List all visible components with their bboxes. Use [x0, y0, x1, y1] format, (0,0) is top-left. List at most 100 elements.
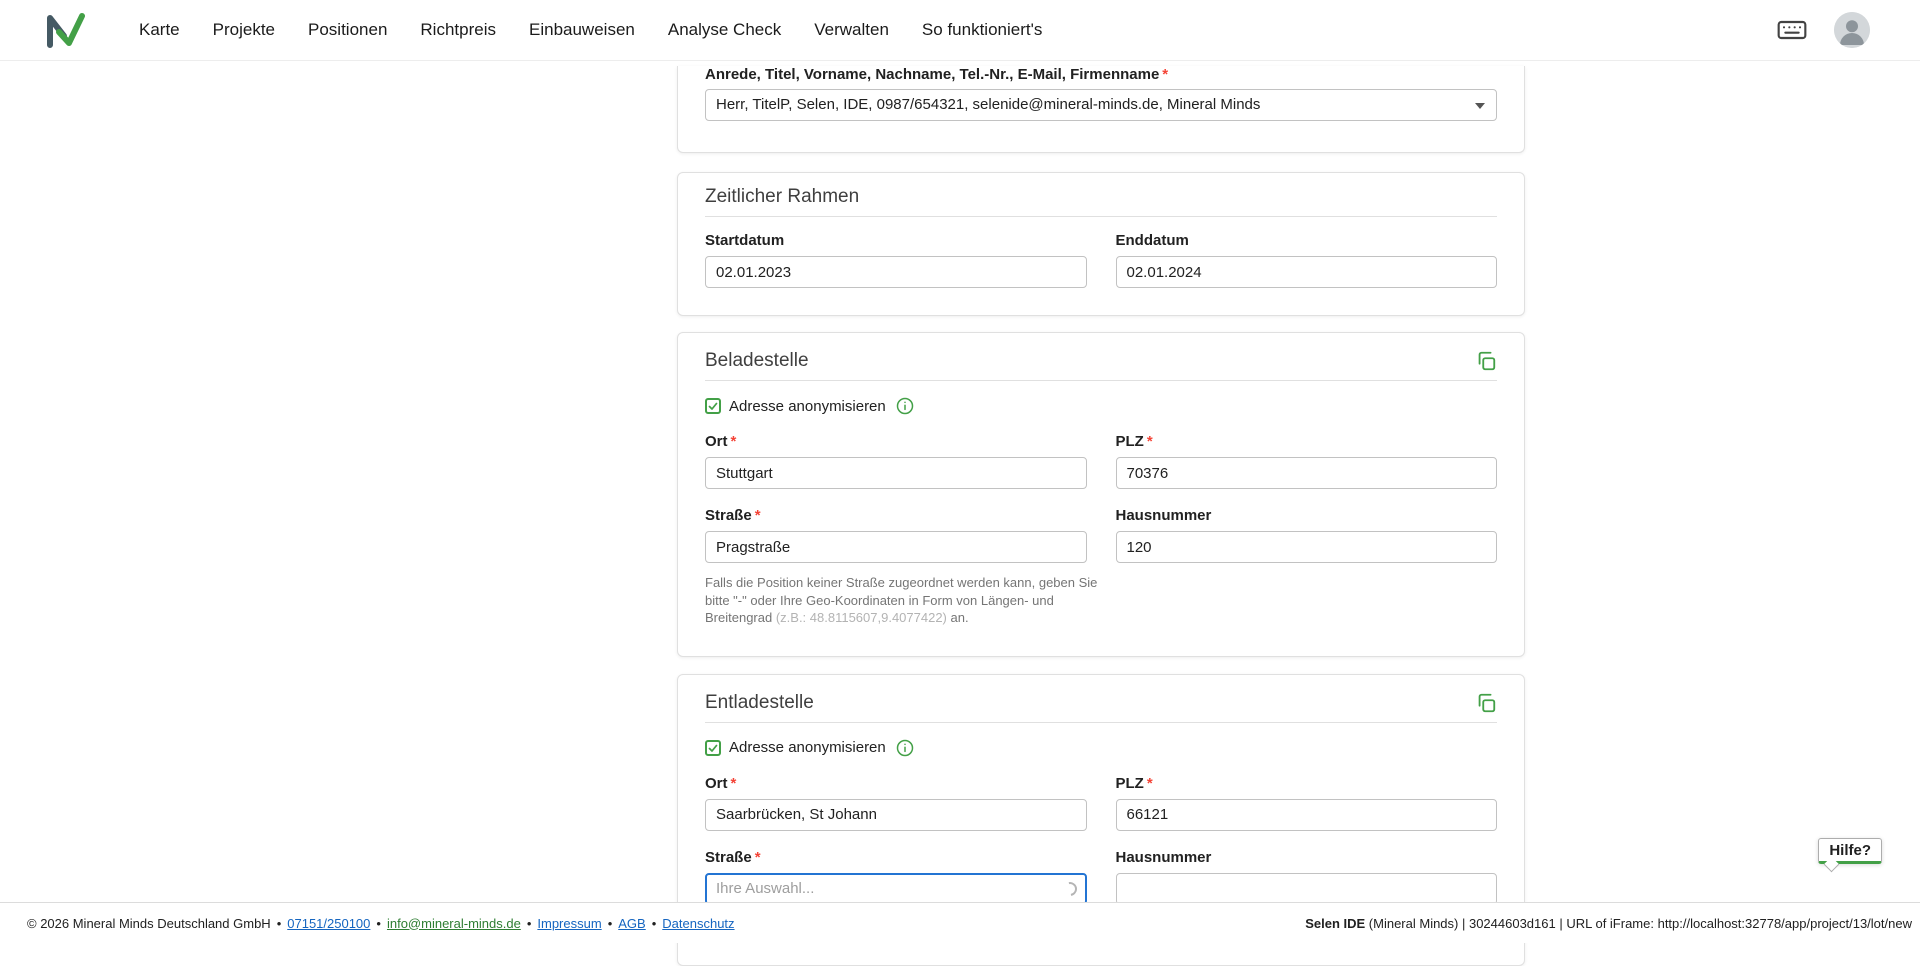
entlade-hausnummer-input[interactable]: [1116, 873, 1498, 905]
required-asterisk: *: [755, 849, 761, 866]
nav-item-projekte[interactable]: Projekte: [213, 20, 275, 40]
chevron-down-icon: [1475, 103, 1485, 109]
mineral-minds-logo-icon[interactable]: [45, 10, 85, 50]
entlade-ort-field: Ort*: [705, 775, 1087, 831]
beladestelle-title: Beladestelle: [705, 350, 809, 372]
timeframe-title: Zeitlicher Rahmen: [705, 186, 859, 208]
entlade-ort-label: Ort*: [705, 775, 1087, 793]
copy-icon[interactable]: [1475, 350, 1497, 372]
label-text: PLZ: [1116, 775, 1144, 792]
footer-separator: •: [652, 916, 657, 931]
belade-hausnummer-input[interactable]: [1116, 531, 1498, 563]
footer-separator: •: [277, 916, 282, 931]
label-text: Straße: [705, 849, 752, 866]
hint-example: (z.B.: 48.8115607,9.4077422): [776, 610, 947, 625]
entlade-strasse-field: Straße*: [705, 849, 1087, 905]
anonymize-checkbox[interactable]: [705, 740, 721, 756]
nav-item-positionen[interactable]: Positionen: [308, 20, 387, 40]
divider: [705, 216, 1497, 217]
nav-item-so-funktionierts[interactable]: So funktioniert's: [922, 20, 1042, 40]
timeframe-card: Zeitlicher Rahmen Startdatum Enddatum: [677, 172, 1525, 316]
label-text: Ort: [705, 775, 728, 792]
footer-agb-link[interactable]: AGB: [618, 916, 645, 931]
footer-separator: •: [608, 916, 613, 931]
contact-card: Anrede, Titel, Vorname, Nachname, Tel.-N…: [677, 66, 1525, 153]
entlade-plz-field: PLZ*: [1116, 775, 1498, 831]
belade-strasse-input[interactable]: [705, 531, 1087, 563]
entlade-hausnummer-field: Hausnummer: [1116, 849, 1498, 905]
belade-plz-label: PLZ*: [1116, 433, 1498, 451]
top-navbar: Karte Projekte Positionen Richtpreis Ein…: [0, 0, 1920, 61]
startdatum-input[interactable]: [705, 256, 1087, 288]
label-text: PLZ: [1116, 433, 1144, 450]
entladestelle-title: Entladestelle: [705, 692, 814, 714]
strasse-hint: Falls die Position keiner Straße zugeord…: [705, 574, 1107, 627]
anonymize-label[interactable]: Adresse anonymisieren: [729, 398, 886, 415]
required-asterisk: *: [731, 433, 737, 450]
belade-strasse-field: Straße*: [705, 507, 1087, 563]
belade-strasse-label: Straße*: [705, 507, 1087, 525]
project-form: Anrede, Titel, Vorname, Nachname, Tel.-N…: [677, 0, 1525, 966]
required-asterisk: *: [755, 507, 761, 524]
belade-ort-label: Ort*: [705, 433, 1087, 451]
anonymize-checkbox[interactable]: [705, 398, 721, 414]
footer-datenschutz-link[interactable]: Datenschutz: [662, 916, 734, 931]
belade-hausnummer-field: Hausnummer: [1116, 507, 1498, 563]
contact-label-text: Anrede, Titel, Vorname, Nachname, Tel.-N…: [705, 66, 1159, 83]
entlade-hausnummer-label: Hausnummer: [1116, 849, 1498, 867]
enddatum-field: Enddatum: [1116, 232, 1498, 288]
belade-ort-input[interactable]: [705, 457, 1087, 489]
footer-left: © 2026 Mineral Minds Deutschland GmbH • …: [27, 916, 735, 931]
entlade-strasse-input[interactable]: [705, 873, 1087, 905]
footer-session-details: (Mineral Minds) | 30244603d161 | URL of …: [1365, 916, 1912, 931]
help-button[interactable]: Hilfe?: [1818, 838, 1882, 864]
copy-icon[interactable]: [1475, 692, 1497, 714]
beladestelle-card: Beladestelle Adresse anonymisieren: [677, 332, 1525, 657]
required-asterisk: *: [1162, 66, 1168, 83]
footer-email-link[interactable]: info@mineral-minds.de: [387, 916, 521, 931]
belade-plz-input[interactable]: [1116, 457, 1498, 489]
required-asterisk: *: [731, 775, 737, 792]
divider: [705, 722, 1497, 723]
footer-separator: •: [527, 916, 532, 931]
required-asterisk: *: [1147, 433, 1153, 450]
footer-session-info: Selen IDE (Mineral Minds) | 30244603d161…: [1305, 916, 1912, 931]
nav-item-karte[interactable]: Karte: [139, 20, 180, 40]
user-avatar[interactable]: [1834, 12, 1870, 48]
navbar-right: [1776, 12, 1870, 48]
label-text: Straße: [705, 507, 752, 524]
entlade-plz-input[interactable]: [1116, 799, 1498, 831]
footer-separator: •: [376, 916, 381, 931]
contact-field-label: Anrede, Titel, Vorname, Nachname, Tel.-N…: [705, 66, 1497, 84]
footer-copyright: © 2026 Mineral Minds Deutschland GmbH: [27, 916, 271, 931]
footer-phone-link[interactable]: 07151/250100: [287, 916, 370, 931]
anonymize-label[interactable]: Adresse anonymisieren: [729, 739, 886, 756]
enddatum-label: Enddatum: [1116, 232, 1498, 250]
keyboard-icon[interactable]: [1776, 14, 1808, 46]
belade-ort-field: Ort*: [705, 433, 1087, 489]
main-navigation: Karte Projekte Positionen Richtpreis Ein…: [139, 20, 1042, 40]
nav-item-verwalten[interactable]: Verwalten: [814, 20, 889, 40]
startdatum-field: Startdatum: [705, 232, 1087, 288]
nav-item-analyse-check[interactable]: Analyse Check: [668, 20, 781, 40]
info-icon[interactable]: [896, 397, 914, 415]
belade-plz-field: PLZ*: [1116, 433, 1498, 489]
hint-suffix: an.: [947, 610, 969, 625]
startdatum-label: Startdatum: [705, 232, 1087, 250]
footer-user-name: Selen IDE: [1305, 916, 1365, 931]
enddatum-input[interactable]: [1116, 256, 1498, 288]
required-asterisk: *: [1147, 775, 1153, 792]
entlade-strasse-label: Straße*: [705, 849, 1087, 867]
divider: [705, 380, 1497, 381]
belade-hausnummer-label: Hausnummer: [1116, 507, 1498, 525]
info-icon[interactable]: [896, 739, 914, 757]
entlade-ort-input[interactable]: [705, 799, 1087, 831]
contact-select[interactable]: Herr, TitelP, Selen, IDE, 0987/654321, s…: [705, 89, 1497, 121]
entlade-plz-label: PLZ*: [1116, 775, 1498, 793]
contact-select-value: Herr, TitelP, Selen, IDE, 0987/654321, s…: [716, 96, 1260, 113]
nav-item-einbauweisen[interactable]: Einbauweisen: [529, 20, 635, 40]
nav-item-richtpreis[interactable]: Richtpreis: [420, 20, 496, 40]
label-text: Ort: [705, 433, 728, 450]
footer-impressum-link[interactable]: Impressum: [537, 916, 601, 931]
footer: © 2026 Mineral Minds Deutschland GmbH • …: [0, 902, 1920, 943]
